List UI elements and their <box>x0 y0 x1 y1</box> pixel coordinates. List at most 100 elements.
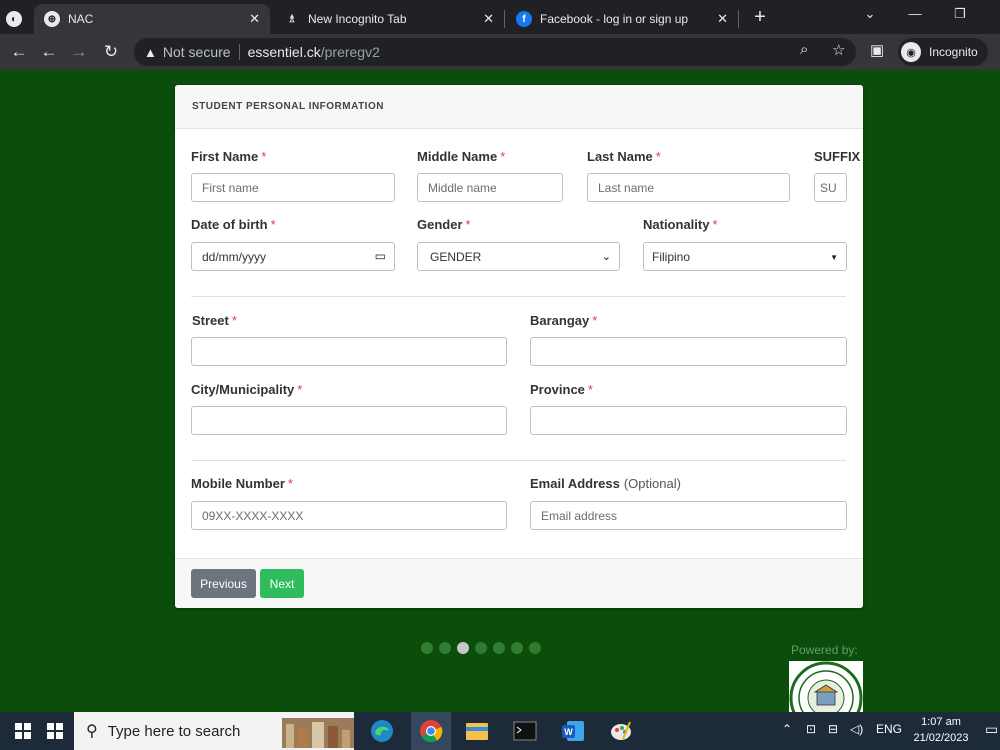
dob-input[interactable]: dd/mm/yyyy ▭ <box>191 242 395 271</box>
tray-chevron-up-icon[interactable]: ⌃ <box>782 722 792 736</box>
nationality-label-text: Nationality <box>643 217 710 232</box>
step-pager <box>421 642 541 654</box>
pager-dot[interactable] <box>493 642 505 654</box>
network-icon[interactable]: ⊟ <box>828 722 838 736</box>
bookmark-star-icon[interactable]: ☆ <box>832 41 845 59</box>
tab-title: Facebook - log in or sign up <box>540 12 689 26</box>
paint-icon[interactable] <box>604 712 638 750</box>
tab-strip: ◐ ⊕ NAC ✕ ♗ New Incognito Tab ✕ f Facebo… <box>0 0 1000 34</box>
word-icon[interactable]: W <box>556 712 590 750</box>
card-title: STUDENT PERSONAL INFORMATION <box>192 101 384 112</box>
tab-facebook[interactable]: f Facebook - log in or sign up ✕ <box>506 4 738 34</box>
task-view-icon[interactable] <box>40 712 70 750</box>
dob-label-text: Date of birth <box>191 217 268 232</box>
close-icon[interactable]: ✕ <box>483 11 494 27</box>
section-divider <box>191 460 846 461</box>
required-mark: * <box>587 382 593 397</box>
pager-dot[interactable] <box>475 642 487 654</box>
new-tab-plus-icon[interactable]: + <box>750 6 770 29</box>
caret-down-icon: ▼ <box>830 253 838 262</box>
last-name-label-text: Last Name <box>587 149 653 164</box>
close-icon[interactable]: ✕ <box>249 11 260 27</box>
language-indicator[interactable]: ENG <box>876 722 902 736</box>
required-mark: * <box>655 149 661 164</box>
city-input[interactable] <box>191 406 507 435</box>
gender-label-text: Gender <box>417 217 463 232</box>
back-icon[interactable]: ← <box>8 41 30 63</box>
section-divider <box>191 296 846 297</box>
tab-search-chevron-icon[interactable]: ⌄ <box>860 6 880 22</box>
middle-name-label-text: Middle Name <box>417 149 498 164</box>
globe-icon: ⊕ <box>44 11 60 27</box>
search-icon: ⚲ <box>86 723 98 740</box>
card-header: STUDENT PERSONAL INFORMATION <box>175 85 863 129</box>
address-bar[interactable]: ▲ Not secure essentiel.ck /preregv2 <box>134 38 856 66</box>
required-mark: * <box>592 313 598 328</box>
optional-note: (Optional) <box>623 476 681 491</box>
taskbar-clock[interactable]: 1:07 am 21/02/2023 <box>906 714 976 746</box>
security-label[interactable]: Not secure <box>163 44 231 60</box>
chrome-icon[interactable] <box>411 712 451 750</box>
suffix-input[interactable] <box>814 173 847 202</box>
required-mark: * <box>465 217 471 232</box>
pager-dot[interactable] <box>421 642 433 654</box>
incognito-profile-button[interactable]: ◉ Incognito <box>898 38 988 66</box>
address-divider <box>238 44 240 60</box>
province-label: Province * <box>530 382 593 397</box>
back-arrow-icon[interactable]: ← <box>38 41 60 63</box>
zoom-icon[interactable]: ⌕ <box>800 41 808 58</box>
dob-value: dd/mm/yyyy <box>202 249 267 264</box>
notification-icon[interactable]: ▭ <box>985 721 998 738</box>
street-input[interactable] <box>191 337 507 366</box>
file-explorer-icon[interactable] <box>460 712 494 750</box>
meet-now-icon[interactable]: ⊡ <box>806 722 816 736</box>
terminal-icon[interactable] <box>508 712 542 750</box>
tab-divider <box>504 10 505 28</box>
middle-name-input[interactable] <box>417 173 563 202</box>
forward-icon[interactable]: → <box>68 41 90 63</box>
warning-triangle-icon[interactable]: ▲ <box>144 45 157 60</box>
pager-dot[interactable] <box>529 642 541 654</box>
side-panel-icon[interactable]: ▣ <box>870 41 884 59</box>
close-icon[interactable]: ✕ <box>717 11 728 27</box>
student-info-card: STUDENT PERSONAL INFORMATION First Name *… <box>175 85 863 608</box>
powered-by-label: Powered by: <box>791 643 858 657</box>
dob-label: Date of birth * <box>191 217 276 232</box>
tab-new-incognito[interactable]: ♗ New Incognito Tab ✕ <box>274 4 504 34</box>
reload-icon[interactable]: ↻ <box>100 41 122 63</box>
tab-title: NAC <box>68 12 94 26</box>
volume-icon[interactable]: ◁) <box>850 722 863 736</box>
restore-icon[interactable]: ❐ <box>950 6 970 22</box>
clock-time: 1:07 am <box>921 716 961 728</box>
news-widget-icon[interactable] <box>282 712 354 750</box>
nationality-select[interactable]: Filipino ▼ <box>643 242 847 271</box>
next-button[interactable]: Next <box>260 569 304 598</box>
gender-select[interactable]: GENDER ⌄ <box>417 242 620 271</box>
pager-dot-active[interactable] <box>457 642 469 654</box>
minimize-icon[interactable]: — <box>905 6 925 21</box>
mobile-label-text: Mobile Number <box>191 476 285 491</box>
previous-button[interactable]: Previous <box>191 569 256 598</box>
first-name-input[interactable] <box>191 173 395 202</box>
tab-search-button[interactable]: ◐ <box>0 4 30 34</box>
start-windows-icon[interactable] <box>8 712 38 750</box>
taskbar: ⚲ Type here to search W ⌃ ⊡ ⊟ ◁) ENG 1:0… <box>0 712 1000 750</box>
mobile-input[interactable] <box>191 501 507 530</box>
last-name-input[interactable] <box>587 173 790 202</box>
school-seal-logo <box>789 661 863 713</box>
edge-icon[interactable] <box>365 712 399 750</box>
city-label-text: City/Municipality <box>191 382 295 397</box>
email-input[interactable] <box>530 501 847 530</box>
calendar-icon[interactable]: ▭ <box>375 249 386 263</box>
tab-nac[interactable]: ⊕ NAC ✕ <box>34 4 270 34</box>
chrome-menu-icon: ◐ <box>6 11 22 27</box>
pager-dot[interactable] <box>439 642 451 654</box>
province-input[interactable] <box>530 406 847 435</box>
card-footer: Previous Next <box>175 558 863 608</box>
gender-value: GENDER <box>430 249 482 264</box>
suffix-label: SUFFIX <box>814 149 861 164</box>
barangay-input[interactable] <box>530 337 847 366</box>
pager-dot[interactable] <box>511 642 523 654</box>
tab-divider <box>738 10 739 28</box>
barangay-label-text: Barangay <box>530 313 590 328</box>
